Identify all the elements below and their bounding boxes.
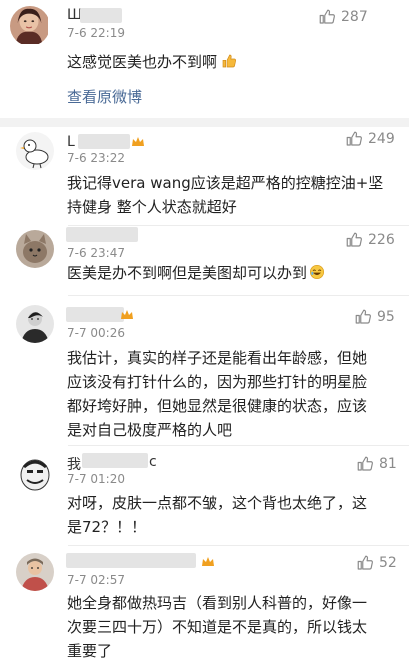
like-button[interactable]: 226 [345,231,395,249]
comment-line: 次要三四十万）不知道是不是真的，所以钱太 [67,618,368,636]
user-avatar-icon [10,6,48,44]
thumbs-up-icon [357,456,373,471]
comment-text: 这感觉医美也办不到啊 [67,50,237,74]
duck-avatar-icon [16,132,54,170]
like-button[interactable]: 95 [354,308,395,326]
like-button[interactable]: 287 [318,8,368,26]
like-count: 81 [379,456,397,472]
comment-item: 7-7 02:57 52 她全身都做热玛吉（看到别人科普的，好像一 次要三四十万… [0,545,409,665]
vip-badge [201,555,215,569]
comment-line: 都好垮好肿，但她显然是很健康的状态，应该 [67,397,368,415]
view-original-link[interactable]: 查看原微博 [67,86,142,107]
commenter-name[interactable]: L [67,134,75,150]
avatar[interactable] [16,305,54,343]
like-count: 287 [341,9,368,25]
commenter-name[interactable]: 我 [67,454,81,474]
vip-badge [131,135,145,149]
like-button[interactable]: 249 [345,130,395,148]
featured-comment: Ш 7-6 22:19 287 这感觉医美也办不到啊 查看原微博 [0,0,409,118]
like-count: 226 [368,232,395,248]
comment-text: 医美是办不到啊但是美图却可以办到 [67,261,325,285]
avatar[interactable] [16,132,54,170]
comment-time: 7-7 00:26 [67,326,125,340]
comment-line: 我估计，真实的样子还是能看出年龄感，但她 [67,349,368,367]
vip-badge [120,308,134,322]
comment-line: 重要了 [67,642,113,660]
comment-line: 医美是办不到啊但是美图却可以办到 [67,264,308,282]
crown-badge-icon [121,310,133,319]
comment-text-content: 这感觉医美也办不到啊 [67,53,218,71]
comment-line: 持健身 整个人状态就超好 [67,198,237,216]
redacted-name [82,453,148,468]
comment-time: 7-7 02:57 [67,573,125,587]
comment-time: 7-6 22:19 [67,26,125,40]
like-count: 249 [368,131,395,147]
cat-avatar-icon [16,230,54,268]
thumbs-up-icon [357,555,373,570]
redacted-name [78,134,130,149]
avatar[interactable] [10,6,50,46]
person-avatar-icon [16,305,54,343]
comment-line: 应该没有打针什么的，因为那些打针的明星脸 [67,373,368,391]
comment-time: 7-6 23:47 [67,246,125,260]
avatar[interactable] [16,230,54,268]
thumbs-up-icon [319,9,335,24]
like-button[interactable]: 81 [356,455,397,473]
avatar[interactable] [16,455,54,493]
comment-text: 我记得vera wang应该是超严格的控糖控油+坚 持健身 整个人状态就超好 [67,171,383,219]
like-button[interactable]: 52 [356,554,397,572]
comment-line: 是对自己极度严格的人吧 [67,421,233,439]
comment-item: L 7-6 23:22 249 我记得vera wang应该是超严格的控糖控油+… [0,127,409,225]
commenter-name-suffix[interactable]: c [149,454,157,470]
comment-line: 对呀，皮肤一点都不皱，这个背也太绝了，这 [67,494,368,512]
comment-time: 7-6 23:22 [67,151,125,165]
comment-item: 7-6 23:47 226 医美是办不到啊但是美图却可以办到 [0,225,409,295]
thumbs-up-icon [346,131,362,146]
comment-line: 她全身都做热玛吉（看到别人科普的，好像一 [67,594,368,612]
like-count: 52 [379,555,397,571]
redacted-name [66,227,138,242]
redacted-name [80,8,122,23]
comment-time: 7-7 01:20 [67,472,125,486]
redacted-name [66,307,124,322]
avatar[interactable] [16,553,54,591]
thumbs-up-emoji-icon [222,54,237,68]
redacted-name [66,553,196,568]
comment-text: 我估计，真实的样子还是能看出年龄感，但她 应该没有打针什么的，因为那些打针的明星… [67,346,367,442]
crown-badge-icon [132,137,144,146]
thumbs-up-icon [346,232,362,247]
comment-item: 7-7 00:26 95 我估计，真实的样子还是能看出年龄感，但她 应该没有打针… [0,295,409,445]
comment-line: 我记得vera wang应该是超严格的控糖控油+坚 [67,174,384,192]
like-count: 95 [377,309,395,325]
comment-text: 对呀，皮肤一点都不皱，这个背也太绝了，这 是72？！！ [67,491,367,539]
comment-line: 是72？！！ [67,518,147,536]
laughing-emoji-icon [310,265,325,279]
thumbs-up-icon [355,309,371,324]
crown-badge-icon [202,557,214,566]
comment-text: 她全身都做热玛吉（看到别人科普的，好像一 次要三四十万）不知道是不是真的，所以钱… [67,591,367,663]
comment-item: 我 c 7-7 01:20 81 对呀，皮肤一点都不皱，这个背也太绝了，这 是7… [0,445,409,545]
section-divider [0,118,409,127]
photo-avatar-icon [16,553,54,591]
meme-face-avatar-icon [16,455,54,493]
